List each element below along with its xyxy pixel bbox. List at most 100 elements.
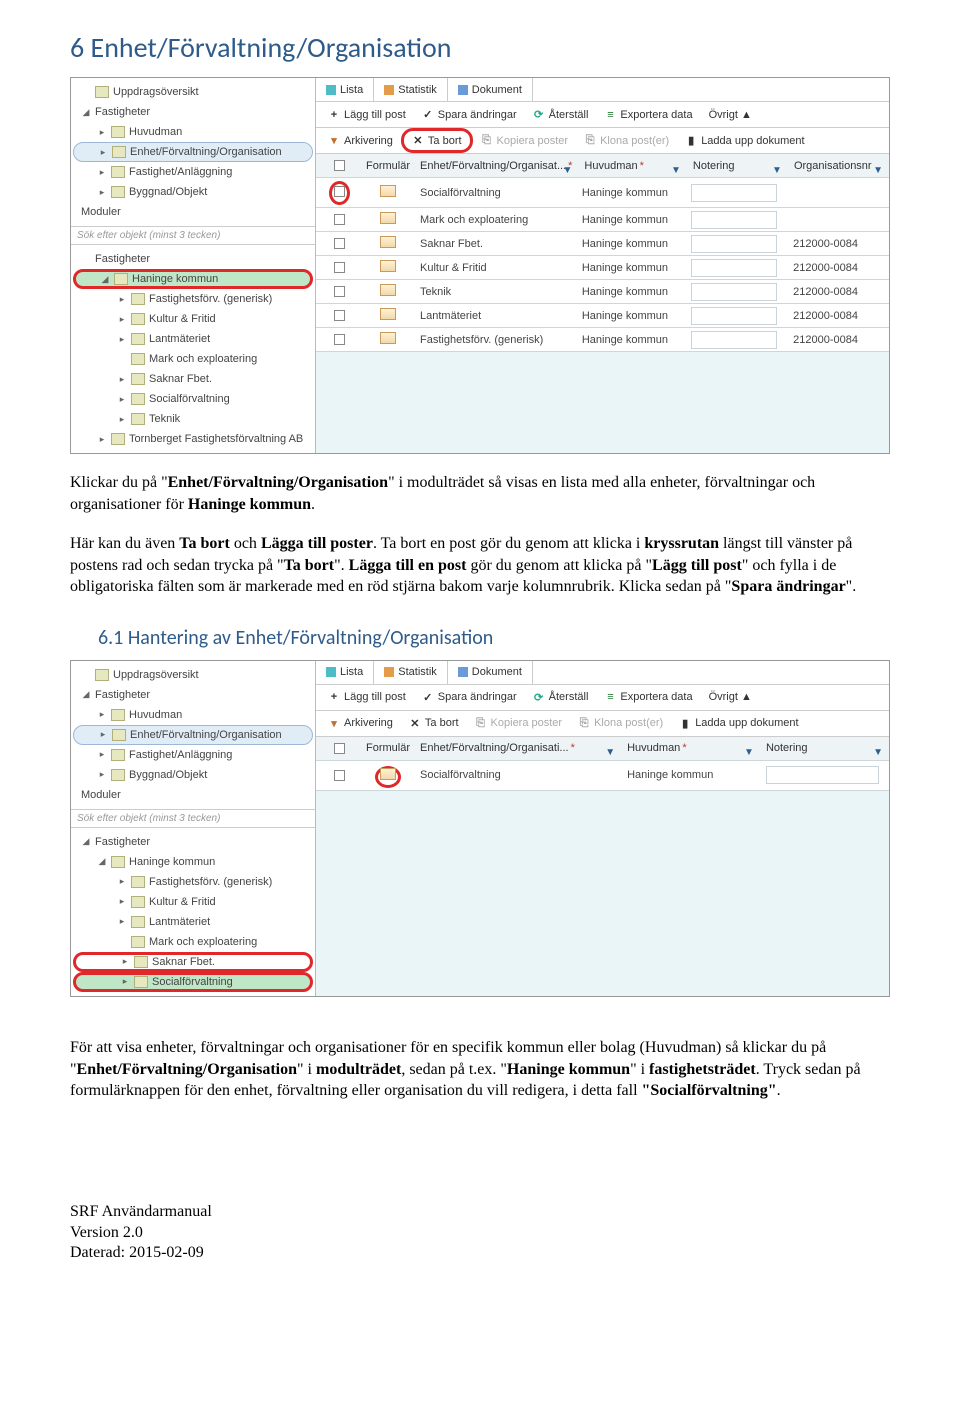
form-button[interactable]	[380, 185, 396, 197]
tree-item[interactable]: Mark och exploatering	[73, 349, 313, 369]
upload-button[interactable]: ▮Ladda upp dokument	[671, 711, 806, 736]
tab-lista[interactable]: Lista	[316, 78, 374, 101]
col-enhet[interactable]: Enhet/Förvaltning/Organisat...*▼	[414, 160, 578, 172]
notering-input[interactable]	[691, 184, 777, 202]
filter-icon[interactable]: ▼	[563, 165, 573, 176]
row-checkbox-highlighted[interactable]	[329, 181, 350, 205]
nav-byggnad-objekt[interactable]: ▸Byggnad/Objekt	[73, 765, 313, 785]
reset-button[interactable]: ⟳Återställ	[525, 685, 597, 710]
tree-item[interactable]: ▸Lantmäteriet	[73, 329, 313, 349]
tab-lista[interactable]: Lista	[316, 661, 374, 684]
filter-icon[interactable]: ▼	[873, 165, 883, 176]
row-checkbox[interactable]	[334, 334, 345, 345]
notering-input[interactable]	[766, 766, 879, 784]
form-button[interactable]	[380, 260, 396, 272]
col-organisationsnr[interactable]: Organisationsnr▼	[788, 160, 889, 172]
col-enhet[interactable]: Enhet/Förvaltning/Organisati...*▼	[414, 742, 621, 754]
col-notering[interactable]: Notering▼	[760, 742, 889, 754]
tree-item[interactable]: ▸Saknar Fbet.	[73, 369, 313, 389]
col-formular[interactable]: Formulär	[362, 160, 414, 172]
other-menu[interactable]: Övrigt ▲	[701, 685, 760, 710]
filter-icon[interactable]: ▼	[605, 747, 615, 758]
form-button[interactable]	[380, 308, 396, 320]
nav-uppdragsoversikt[interactable]: Uppdragsöversikt	[73, 665, 313, 685]
tree-item[interactable]: ▸Teknik	[73, 409, 313, 429]
table-row[interactable]: Saknar Fbet.Haninge kommun212000-0084	[316, 232, 889, 256]
tree-item[interactable]: Mark och exploatering	[73, 932, 313, 952]
table-row[interactable]: LantmäterietHaninge kommun212000-0084	[316, 304, 889, 328]
table-row[interactable]: TeknikHaninge kommun212000-0084	[316, 280, 889, 304]
col-notering[interactable]: Notering▼	[687, 160, 788, 172]
tree-tornberget[interactable]: ▸Tornberget Fastighetsförvaltning AB	[73, 429, 313, 449]
form-button[interactable]	[380, 236, 396, 248]
notering-input[interactable]	[691, 307, 777, 325]
search-input[interactable]: Sök efter objekt (minst 3 tecken)	[71, 226, 315, 245]
tab-dokument[interactable]: Dokument	[448, 78, 533, 101]
nav-enhet-forvaltning-organisation[interactable]: ▸Enhet/Förvaltning/Organisation	[73, 725, 313, 745]
tree-item[interactable]: ▸Fastighetsförv. (generisk)	[73, 872, 313, 892]
col-huvudman[interactable]: Huvudman*▼	[621, 742, 760, 754]
table-row[interactable]: Kultur & FritidHaninge kommun212000-0084	[316, 256, 889, 280]
table-row[interactable]: Fastighetsförv. (generisk)Haninge kommun…	[316, 328, 889, 352]
notering-input[interactable]	[691, 283, 777, 301]
add-post-button[interactable]: +Lägg till post	[320, 102, 414, 127]
tree-item[interactable]: ▸Kultur & Fritid	[73, 309, 313, 329]
archive-button[interactable]: ▾Arkivering	[320, 711, 401, 736]
tree-item[interactable]: ▸Fastighetsförv. (generisk)	[73, 289, 313, 309]
form-button-highlighted[interactable]	[375, 766, 401, 788]
nav-moduler[interactable]: Moduler	[73, 202, 313, 222]
tree-fastigheter[interactable]: Fastigheter	[73, 249, 313, 269]
filter-icon[interactable]: ▼	[873, 747, 883, 758]
tree-haninge-kommun[interactable]: ◢Haninge kommun	[73, 269, 313, 289]
nav-moduler[interactable]: Moduler	[73, 785, 313, 805]
filter-icon[interactable]: ▼	[744, 747, 754, 758]
add-post-button[interactable]: +Lägg till post	[320, 685, 414, 710]
other-menu[interactable]: Övrigt ▲	[701, 102, 760, 127]
export-button[interactable]: ≡Exportera data	[596, 102, 700, 127]
delete-button[interactable]: ✕Ta bort	[401, 711, 467, 736]
table-row[interactable]: Socialförvaltning Haninge kommun	[316, 761, 889, 791]
tree-item[interactable]: ▸Kultur & Fritid	[73, 892, 313, 912]
row-checkbox[interactable]	[334, 262, 345, 273]
save-button[interactable]: ✓Spara ändringar	[414, 102, 525, 127]
row-checkbox[interactable]	[334, 214, 345, 225]
nav-fastighet-anlaggning[interactable]: ▸Fastighet/Anläggning	[73, 162, 313, 182]
export-button[interactable]: ≡Exportera data	[596, 685, 700, 710]
row-checkbox[interactable]	[334, 238, 345, 249]
tree-fastigheter[interactable]: ◢Fastigheter	[73, 832, 313, 852]
search-input[interactable]: Sök efter objekt (minst 3 tecken)	[71, 809, 315, 828]
save-button[interactable]: ✓Spara ändringar	[414, 685, 525, 710]
tab-statistik[interactable]: Statistik	[374, 78, 448, 101]
select-all-checkbox[interactable]	[334, 743, 345, 754]
nav-uppdragsoversikt[interactable]: Uppdragsöversikt	[73, 82, 313, 102]
nav-fastigheter[interactable]: ◢Fastigheter	[73, 685, 313, 705]
tree-haninge-kommun[interactable]: ◢Haninge kommun	[73, 852, 313, 872]
form-button[interactable]	[380, 332, 396, 344]
row-checkbox[interactable]	[334, 310, 345, 321]
notering-input[interactable]	[691, 235, 777, 253]
reset-button[interactable]: ⟳Återställ	[525, 102, 597, 127]
col-formular[interactable]: Formulär	[362, 742, 414, 754]
row-checkbox[interactable]	[334, 770, 345, 781]
notering-input[interactable]	[691, 331, 777, 349]
row-checkbox[interactable]	[334, 286, 345, 297]
notering-input[interactable]	[691, 259, 777, 277]
delete-button[interactable]: ✕Ta bort	[401, 128, 473, 153]
form-button[interactable]	[380, 284, 396, 296]
nav-enhet-forvaltning-organisation[interactable]: ▸Enhet/Förvaltning/Organisation	[73, 142, 313, 162]
table-row[interactable]: SocialförvaltningHaninge kommun	[316, 178, 889, 208]
tree-item-saknar-fbet[interactable]: ▸Saknar Fbet.	[73, 952, 313, 972]
archive-button[interactable]: ▾Arkivering	[320, 128, 401, 153]
nav-fastigheter[interactable]: ◢Fastigheter	[73, 102, 313, 122]
notering-input[interactable]	[691, 211, 777, 229]
filter-icon[interactable]: ▼	[671, 165, 681, 176]
nav-huvudman[interactable]: ▸Huvudman	[73, 122, 313, 142]
tree-item-socialforvaltning[interactable]: ▸Socialförvaltning	[73, 972, 313, 992]
upload-button[interactable]: ▮Ladda upp dokument	[677, 128, 812, 153]
col-huvudman[interactable]: Huvudman*▼	[578, 160, 686, 172]
nav-fastighet-anlaggning[interactable]: ▸Fastighet/Anläggning	[73, 745, 313, 765]
tab-dokument[interactable]: Dokument	[448, 661, 533, 684]
form-button[interactable]	[380, 212, 396, 224]
tree-item[interactable]: ▸Socialförvaltning	[73, 389, 313, 409]
nav-huvudman[interactable]: ▸Huvudman	[73, 705, 313, 725]
